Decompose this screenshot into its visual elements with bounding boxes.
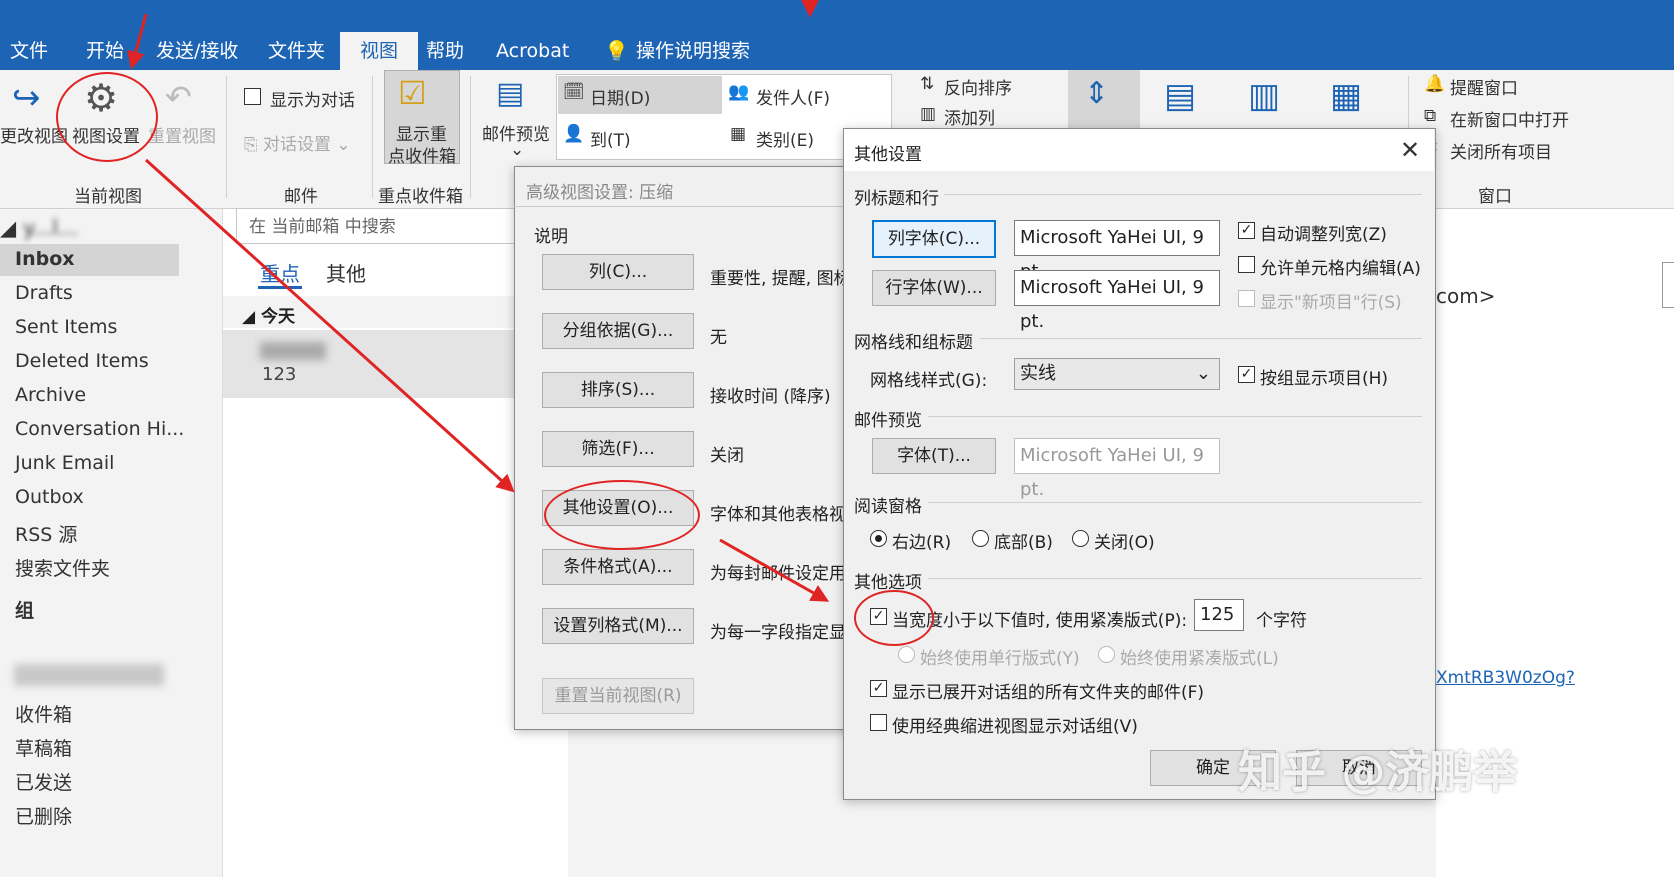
arrow-to-view-settings (127, 13, 148, 70)
zhihu-watermark: 知乎 @济鹏举 (1238, 747, 1518, 798)
arrow-to-compact-option (719, 538, 830, 602)
arrow-to-other-settings (144, 158, 515, 493)
